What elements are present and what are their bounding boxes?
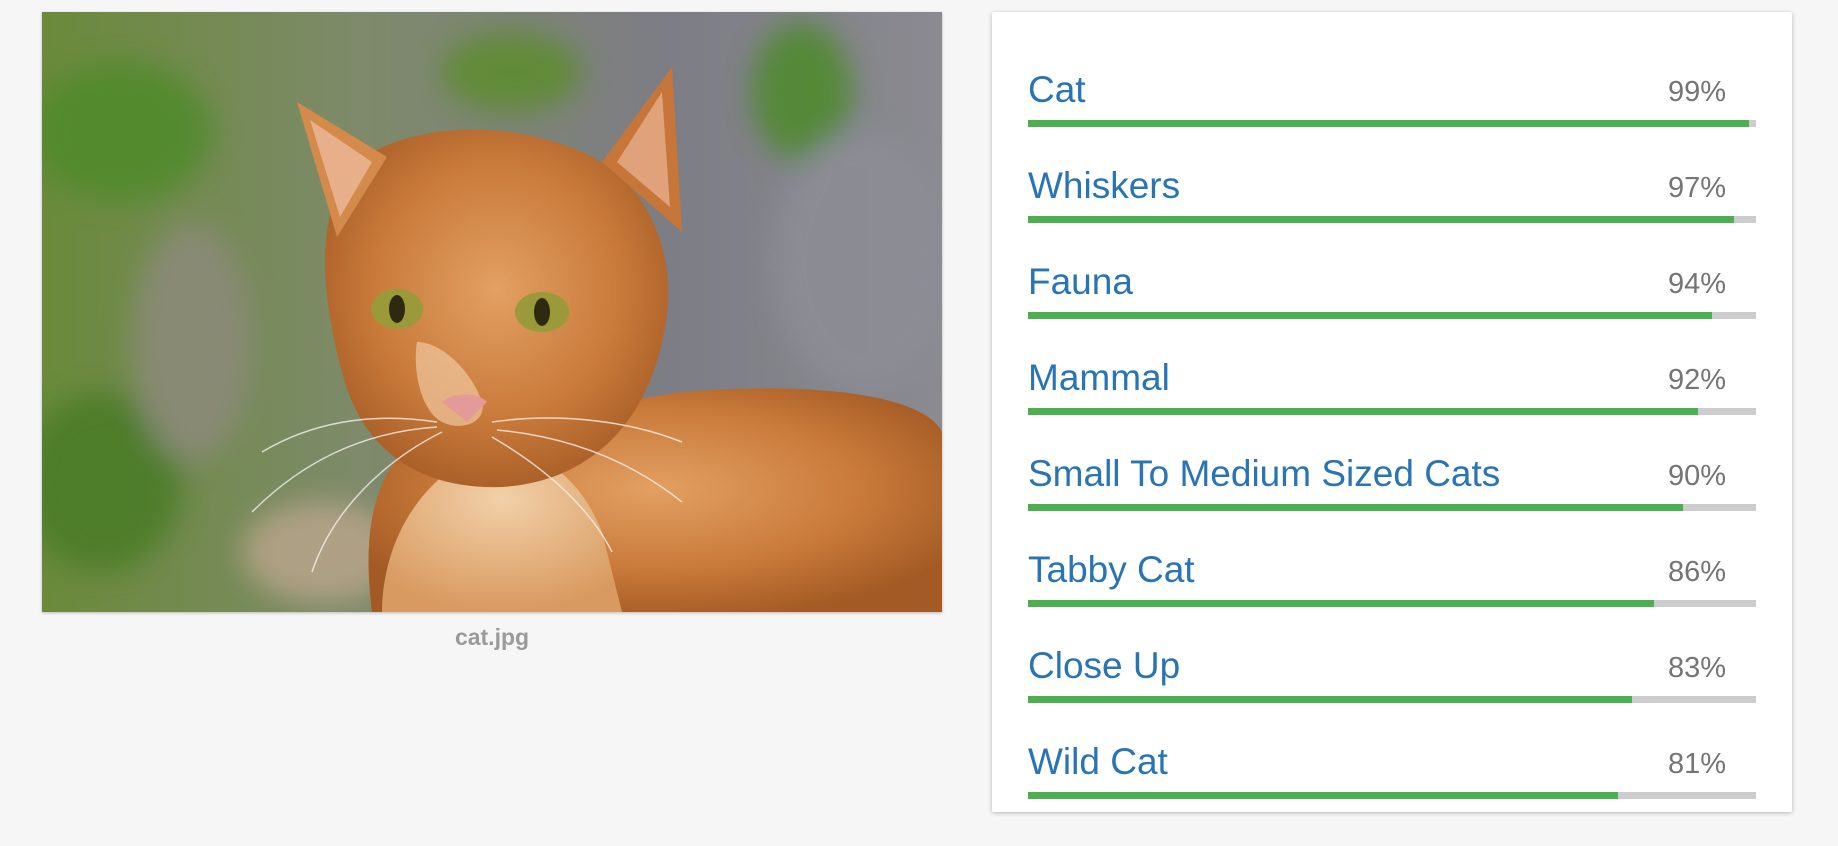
confidence-bar-fill (1028, 408, 1698, 415)
label-list: Cat 99% Whiskers 97% Fauna 94% Mammal 92% Small … (1028, 68, 1756, 836)
label-name: Wild Cat (1028, 741, 1168, 782)
confidence-bar-track (1028, 408, 1756, 415)
confidence-bar-fill (1028, 216, 1735, 223)
labels-card: Cat 99% Whiskers 97% Fauna 94% Mammal 92% Small … (992, 12, 1792, 812)
label-score: 99% (1667, 76, 1726, 108)
label-row: Whiskers 97% (1028, 164, 1756, 260)
label-score: 90% (1667, 460, 1726, 492)
confidence-bar-fill (1028, 504, 1684, 511)
confidence-bar-fill (1028, 312, 1713, 319)
label-name: Mammal (1028, 357, 1170, 398)
label-row: Close Up 83% (1028, 644, 1756, 740)
confidence-bar-track (1028, 120, 1756, 127)
label-name: Small To Medium Sized Cats (1028, 453, 1501, 494)
confidence-bar-track (1028, 696, 1756, 703)
label-row: Wild Cat 81% (1028, 740, 1756, 836)
label-name: Whiskers (1028, 165, 1181, 206)
label-row: Cat 99% (1028, 68, 1756, 164)
confidence-bar-fill (1028, 120, 1749, 127)
label-row: Small To Medium Sized Cats 90% (1028, 452, 1756, 548)
label-score: 86% (1667, 556, 1726, 588)
label-name: Tabby Cat (1028, 549, 1195, 590)
confidence-bar-track (1028, 216, 1756, 223)
image-filename: cat.jpg (454, 624, 530, 650)
cat-photo (42, 12, 942, 612)
confidence-bar-track (1028, 600, 1756, 607)
label-score: 81% (1667, 748, 1726, 780)
label-score: 94% (1667, 268, 1726, 300)
confidence-bar-fill (1028, 600, 1655, 607)
confidence-bar-track (1028, 792, 1756, 799)
confidence-bar-track (1028, 312, 1756, 319)
label-row: Mammal 92% (1028, 356, 1756, 452)
label-name: Cat (1028, 69, 1086, 110)
label-score: 83% (1667, 652, 1726, 684)
image-panel: cat.jpg (42, 12, 942, 651)
confidence-bar-fill (1028, 792, 1618, 799)
confidence-bar-track (1028, 504, 1756, 511)
label-row: Fauna 94% (1028, 260, 1756, 356)
label-score: 92% (1667, 364, 1726, 396)
label-name: Close Up (1028, 645, 1181, 686)
label-row: Tabby Cat 86% (1028, 548, 1756, 644)
label-name: Fauna (1028, 261, 1133, 302)
label-score: 97% (1667, 172, 1726, 204)
confidence-bar-fill (1028, 696, 1633, 703)
